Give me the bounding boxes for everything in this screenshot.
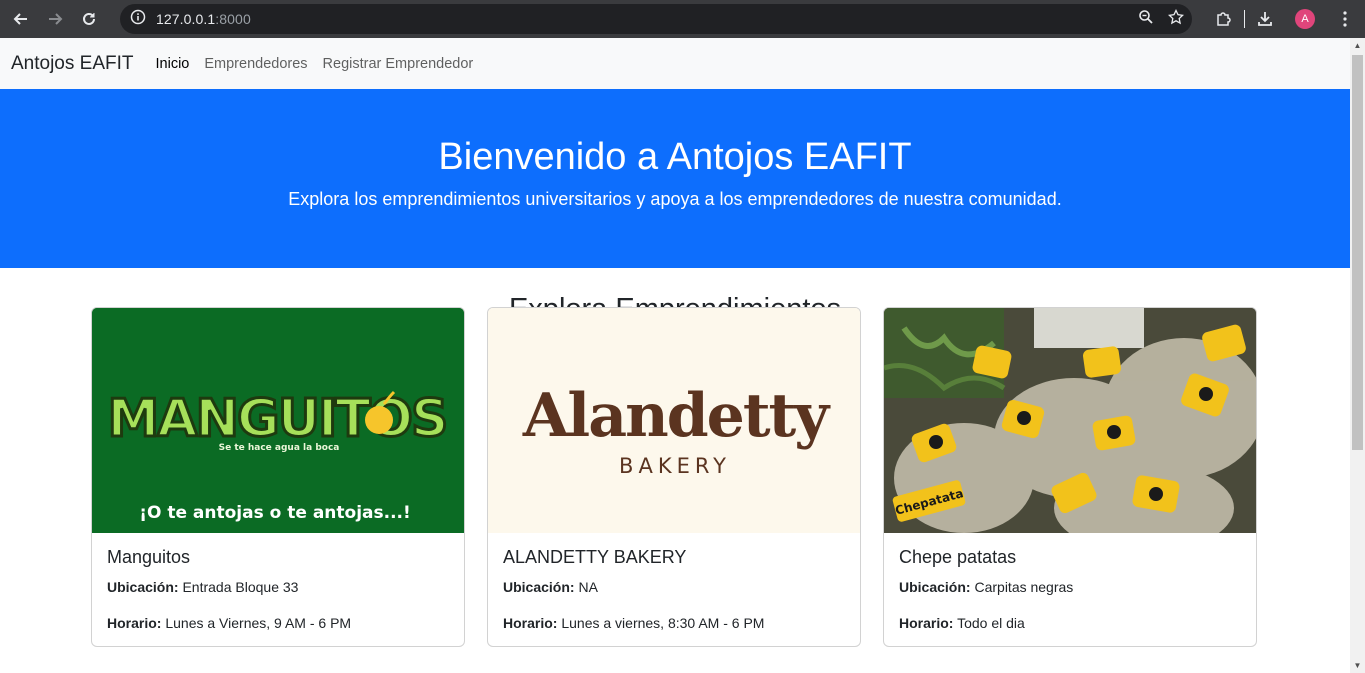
back-icon[interactable] bbox=[4, 4, 38, 34]
card-image-manguitos: MANGUITOS Se te hace agua la boca ¡O te … bbox=[92, 308, 464, 533]
url-host: 127.0.0.1 bbox=[156, 11, 216, 27]
manguitos-tagline: Se te hace agua la boca bbox=[219, 443, 340, 453]
hours-value: Lunes a Viernes, 9 AM - 6 PM bbox=[165, 615, 352, 631]
cards-grid: MANGUITOS Se te hace agua la boca ¡O te … bbox=[91, 307, 1257, 647]
download-icon[interactable] bbox=[1245, 0, 1285, 38]
card-image-chepe-patatas: Chepatata bbox=[884, 308, 1256, 533]
url-text: 127.0.0.1:8000 bbox=[156, 11, 251, 27]
card-alandetty-bakery[interactable]: Alandetty BAKERY ALANDETTY BAKERY Ubicac… bbox=[487, 307, 861, 647]
hours-label: Horario: bbox=[899, 615, 954, 631]
card-location: Ubicación: NA bbox=[503, 578, 845, 596]
card-location: Ubicación: Entrada Bloque 33 bbox=[107, 578, 449, 596]
alandetty-logo-text: Alandetty bbox=[522, 381, 831, 451]
card-chepe-patatas[interactable]: Chepatata Chepe patatas Ubicación: Carpi… bbox=[883, 307, 1257, 647]
location-label: Ubicación: bbox=[899, 579, 971, 595]
menu-kebab-icon[interactable] bbox=[1325, 0, 1365, 38]
card-title: Manguitos bbox=[107, 547, 191, 567]
location-label: Ubicación: bbox=[503, 579, 575, 595]
hours-label: Horario: bbox=[107, 615, 162, 631]
card-hours: Horario: Todo el dia bbox=[899, 614, 1241, 632]
profile-avatar[interactable]: A bbox=[1285, 0, 1325, 38]
card-manguitos[interactable]: MANGUITOS Se te hace agua la boca ¡O te … bbox=[91, 307, 465, 647]
manguitos-logo-text: MANGUITOS bbox=[108, 389, 447, 449]
nav-link-inicio[interactable]: Inicio bbox=[156, 56, 190, 72]
navbar-brand[interactable]: Antojos EAFIT bbox=[11, 53, 134, 75]
manguitos-slogan: ¡O te antojas o te antojas...! bbox=[139, 503, 411, 523]
forward-icon[interactable] bbox=[38, 4, 72, 34]
browser-toolbar: 127.0.0.1:8000 A bbox=[0, 0, 1365, 38]
bookmark-star-icon[interactable] bbox=[1167, 8, 1185, 30]
extensions-icon[interactable] bbox=[1204, 0, 1244, 38]
avatar-letter: A bbox=[1295, 9, 1315, 29]
card-hours: Horario: Lunes a Viernes, 9 AM - 6 PM bbox=[107, 614, 449, 632]
site-navbar: Antojos EAFIT Inicio Emprendedores Regis… bbox=[0, 38, 1350, 89]
card-title: Chepe patatas bbox=[899, 547, 1017, 567]
site-info-icon[interactable] bbox=[130, 9, 146, 30]
location-value: Carpitas negras bbox=[974, 579, 1074, 595]
url-port: :8000 bbox=[215, 11, 251, 27]
card-image-alandetty: Alandetty BAKERY bbox=[488, 308, 860, 533]
alandetty-sub-text: BAKERY bbox=[619, 454, 731, 478]
location-label: Ubicación: bbox=[107, 579, 179, 595]
hours-value: Lunes a viernes, 8:30 AM - 6 PM bbox=[561, 615, 765, 631]
location-value: Entrada Bloque 33 bbox=[182, 579, 299, 595]
card-hours: Horario: Lunes a viernes, 8:30 AM - 6 PM bbox=[503, 614, 845, 632]
zoom-icon[interactable] bbox=[1138, 9, 1154, 30]
hours-value: Todo el dia bbox=[957, 615, 1025, 631]
card-location: Ubicación: Carpitas negras bbox=[899, 578, 1241, 596]
page-scrollbar[interactable]: ▲ ▼ bbox=[1350, 38, 1365, 673]
reload-icon[interactable] bbox=[72, 4, 106, 34]
scroll-up-arrow-icon[interactable]: ▲ bbox=[1350, 38, 1365, 53]
hero-banner: Bienvenido a Antojos EAFIT Explora los e… bbox=[0, 89, 1350, 268]
address-bar[interactable]: 127.0.0.1:8000 bbox=[120, 4, 1192, 34]
nav-link-emprendedores[interactable]: Emprendedores bbox=[204, 56, 307, 72]
hero-subtitle: Explora los emprendimientos universitari… bbox=[288, 189, 1062, 209]
scroll-down-arrow-icon[interactable]: ▼ bbox=[1350, 658, 1365, 673]
scrollbar-thumb[interactable] bbox=[1352, 55, 1363, 450]
location-value: NA bbox=[578, 579, 598, 595]
hero-title: Bienvenido a Antojos EAFIT bbox=[438, 136, 912, 178]
nav-link-registrar-emprendedor[interactable]: Registrar Emprendedor bbox=[323, 56, 474, 72]
hours-label: Horario: bbox=[503, 615, 558, 631]
card-title: ALANDETTY BAKERY bbox=[503, 547, 687, 567]
